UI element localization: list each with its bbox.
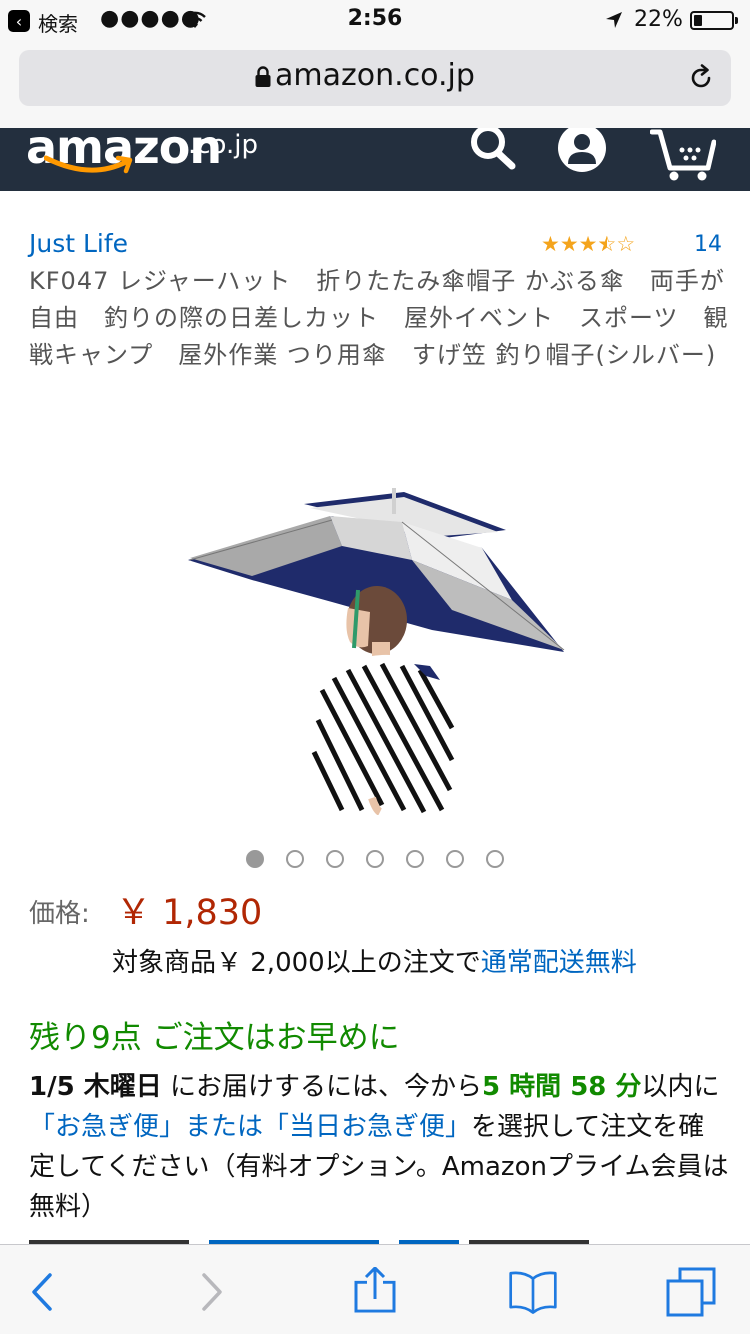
- browser-toolbar: [0, 1244, 750, 1334]
- star-full-icon: ★: [559, 232, 579, 256]
- cart-icon[interactable]: [650, 128, 716, 182]
- free-shipping-link[interactable]: 通常配送無料: [481, 948, 637, 978]
- battery-fill: [694, 15, 702, 26]
- price-label: 価格:: [29, 899, 90, 929]
- carousel-dot[interactable]: [486, 850, 504, 868]
- carousel-dot[interactable]: [286, 850, 304, 868]
- delivery-countdown: 5 時間 58 分: [482, 1072, 642, 1102]
- location-arrow-icon: [606, 12, 622, 28]
- star-half-icon: ☆★: [597, 232, 617, 256]
- shipping-prefix: 対象商品￥ 2,000以上の注文で: [112, 948, 481, 978]
- rating-count[interactable]: 14: [694, 232, 722, 257]
- account-icon[interactable]: [556, 128, 608, 180]
- delivery-text-2: 以内に: [641, 1072, 720, 1102]
- carousel-dot[interactable]: [326, 850, 344, 868]
- stock-message: 残り9点 ご注文はお早めに: [29, 1020, 400, 1056]
- amazon-header: amazon .co.jp: [0, 128, 750, 191]
- forward-icon[interactable]: [186, 1267, 236, 1317]
- battery-percent: 22%: [634, 7, 683, 32]
- delivery-text-1: にお届けするには、今から: [161, 1072, 482, 1102]
- product-title: KF047 レジャーハット 折りたたみ傘帽子 かぶる傘 両手が自由 釣りの際の日…: [29, 267, 729, 369]
- back-icon[interactable]: [18, 1267, 68, 1317]
- bookmarks-icon[interactable]: [508, 1267, 558, 1317]
- carousel-dot[interactable]: [406, 850, 424, 868]
- amazon-smile-icon: [44, 155, 133, 174]
- share-icon[interactable]: [350, 1267, 400, 1317]
- brand-link[interactable]: Just Life: [29, 229, 128, 258]
- star-full-icon: ★: [541, 232, 560, 256]
- browser-address-area: amazon.co.jp: [0, 40, 750, 128]
- search-icon[interactable]: [468, 128, 520, 180]
- url-text: amazon.co.jp: [275, 58, 475, 93]
- delivery-message: 1/5 木曜日 にお届けするには、今から5 時間 58 分以内に「お急ぎ便」また…: [29, 1067, 729, 1227]
- star-full-icon: ★: [578, 232, 598, 256]
- tabs-icon[interactable]: [666, 1267, 716, 1317]
- price-value: ￥ 1,830: [116, 893, 263, 933]
- carousel-dot[interactable]: [246, 850, 264, 868]
- battery-icon: [690, 11, 738, 30]
- status-bar: ‹ 検索 ●●●●● 2:56 22%: [0, 0, 750, 40]
- product-image[interactable]: [182, 480, 572, 815]
- delivery-options-link[interactable]: 「お急ぎ便」または「当日お急ぎ便」: [29, 1112, 471, 1142]
- rating-stars[interactable]: ★★★☆★☆: [541, 232, 635, 256]
- carousel-dot[interactable]: [366, 850, 384, 868]
- image-carousel-dots[interactable]: [246, 850, 504, 868]
- delivery-date: 1/5 木曜日: [29, 1072, 162, 1102]
- star-empty-icon: ☆: [616, 232, 636, 256]
- amazon-logo-tld: .co.jp: [188, 130, 259, 160]
- carousel-dot[interactable]: [446, 850, 464, 868]
- shipping-info: 対象商品￥ 2,000以上の注文で通常配送無料: [112, 942, 637, 979]
